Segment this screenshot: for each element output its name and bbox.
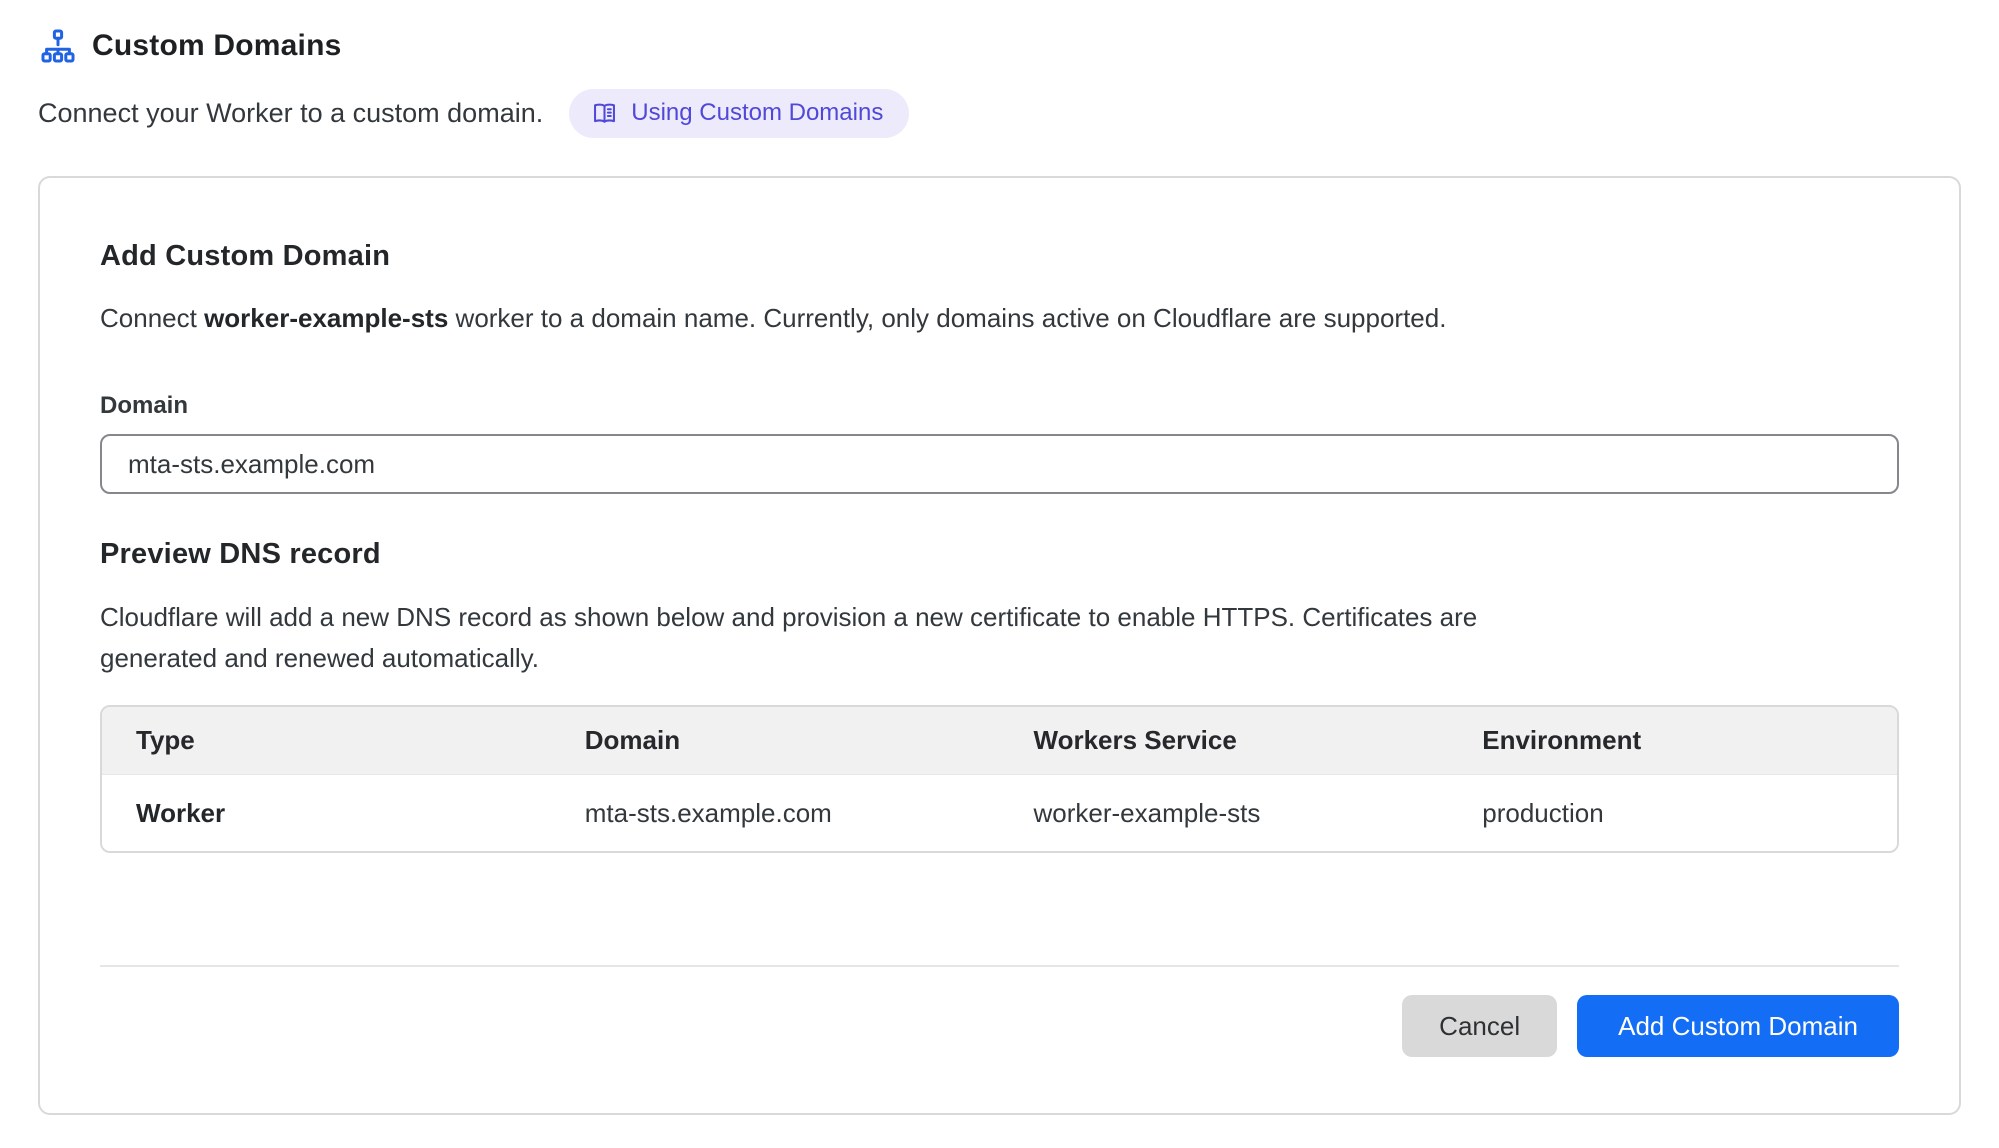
add-custom-domain-button[interactable]: Add Custom Domain <box>1577 995 1899 1057</box>
cell-workers-service: worker-example-sts <box>1000 775 1449 851</box>
page-subtitle-row: Connect your Worker to a custom domain. … <box>38 89 1961 138</box>
preview-dns-heading: Preview DNS record <box>100 538 1899 571</box>
column-header-workers-service: Workers Service <box>1000 707 1449 775</box>
footer-divider <box>100 965 1899 967</box>
card-heading: Add Custom Domain <box>100 240 1899 273</box>
docs-link-badge[interactable]: Using Custom Domains <box>569 89 909 138</box>
worker-name: worker-example-sts <box>204 303 448 333</box>
add-custom-domain-card: Add Custom Domain Connect worker-example… <box>38 176 1961 1115</box>
docs-link-label: Using Custom Domains <box>631 99 883 127</box>
column-header-domain: Domain <box>551 707 1000 775</box>
intro-prefix: Connect <box>100 303 204 333</box>
card-actions: Cancel Add Custom Domain <box>100 995 1899 1057</box>
cell-domain: mta-sts.example.com <box>551 775 1000 851</box>
preview-dns-description: Cloudflare will add a new DNS record as … <box>100 597 1560 679</box>
domain-input[interactable] <box>100 434 1899 494</box>
page-subtitle: Connect your Worker to a custom domain. <box>38 98 543 129</box>
cell-environment: production <box>1448 775 1897 851</box>
domain-field-label: Domain <box>100 392 1899 420</box>
table-header-row: Type Domain Workers Service Environment <box>102 707 1897 775</box>
dns-preview-table: Type Domain Workers Service Environment … <box>100 705 1899 853</box>
card-intro-text: Connect worker-example-sts worker to a d… <box>100 303 1899 334</box>
custom-domains-page: Custom Domains Connect your Worker to a … <box>0 0 1999 1115</box>
intro-suffix: worker to a domain name. Currently, only… <box>448 303 1446 333</box>
column-header-type: Type <box>102 707 551 775</box>
page-header: Custom Domains <box>38 28 1961 64</box>
table-row: Worker mta-sts.example.com worker-exampl… <box>102 775 1897 851</box>
page-title: Custom Domains <box>92 29 342 63</box>
cell-type: Worker <box>102 775 551 851</box>
column-header-environment: Environment <box>1448 707 1897 775</box>
sitemap-icon <box>40 28 76 64</box>
open-book-icon <box>591 100 618 127</box>
cancel-button[interactable]: Cancel <box>1402 995 1557 1057</box>
